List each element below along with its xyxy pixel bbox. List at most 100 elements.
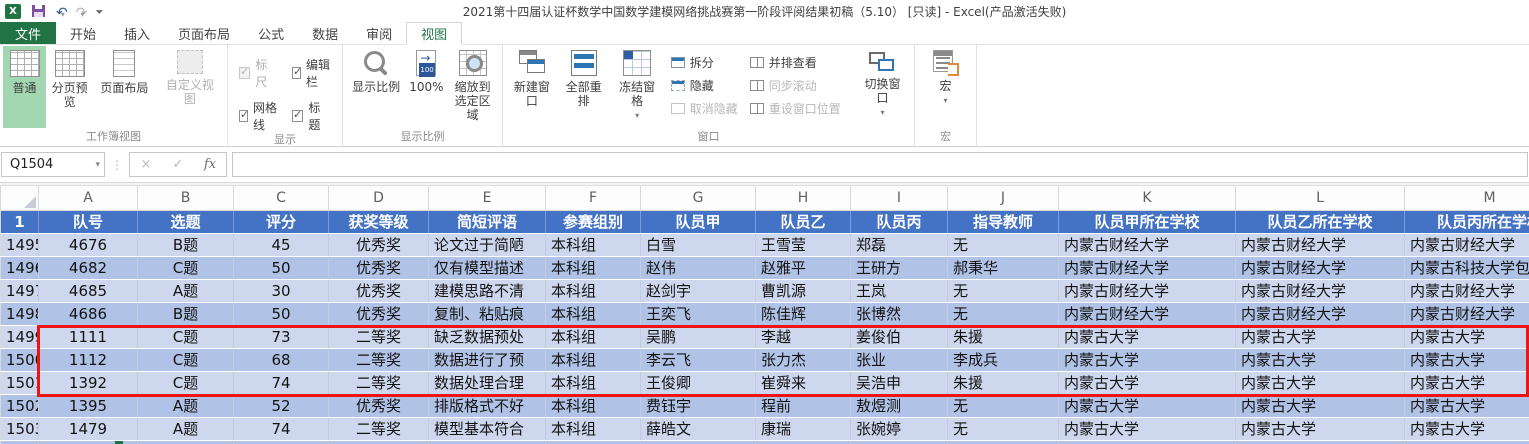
column-header-J[interactable]: J xyxy=(948,186,1059,210)
cell[interactable]: 队员乙 xyxy=(756,210,851,233)
cell[interactable]: 内蒙古大学 xyxy=(1059,325,1236,348)
cell[interactable]: 50 xyxy=(234,256,329,279)
cell[interactable]: 数据处理合理 xyxy=(429,371,546,394)
cell[interactable]: 队员甲所在学校 xyxy=(1059,210,1236,233)
tab-file[interactable]: 文件 xyxy=(0,22,56,44)
cell[interactable]: 52 xyxy=(234,394,329,417)
cell[interactable]: 内蒙古大学 xyxy=(1059,371,1236,394)
ruler-checkbox[interactable]: 标尺 xyxy=(239,56,278,90)
headings-checkbox[interactable]: 标题 xyxy=(292,99,331,133)
cell[interactable]: 赵雅平 xyxy=(756,256,851,279)
cell[interactable]: 郑磊 xyxy=(851,233,948,256)
unhide-button[interactable]: 取消隐藏 xyxy=(671,100,738,117)
cell[interactable]: 优秀奖 xyxy=(329,233,429,256)
cell[interactable]: 二等奖 xyxy=(329,325,429,348)
cell[interactable]: 内蒙古大学 xyxy=(1236,394,1405,417)
cell[interactable]: 简短评语 xyxy=(429,210,546,233)
cell[interactable]: 内蒙古财经大学 xyxy=(1059,302,1236,325)
cell[interactable]: 内蒙古财经大学 xyxy=(1059,256,1236,279)
tab-页面布局[interactable]: 页面布局 xyxy=(164,22,244,44)
switch-windows-button[interactable]: 切换窗口 ▾ xyxy=(854,46,911,128)
cell[interactable]: 选题 xyxy=(138,210,234,233)
cell[interactable]: C题 xyxy=(138,256,234,279)
cell[interactable]: 队员丙 xyxy=(851,210,948,233)
row-header-1500[interactable]: 1500 xyxy=(1,348,39,371)
cell[interactable]: 无 xyxy=(948,417,1059,440)
cell[interactable]: 73 xyxy=(234,325,329,348)
cell[interactable]: A题 xyxy=(138,394,234,417)
cell[interactable]: B题 xyxy=(138,233,234,256)
cell[interactable]: B题 xyxy=(138,302,234,325)
cell[interactable]: 白雪 xyxy=(641,233,756,256)
cell[interactable]: 无 xyxy=(948,279,1059,302)
tab-公式[interactable]: 公式 xyxy=(244,22,298,44)
cell[interactable]: 朱援 xyxy=(948,325,1059,348)
cell[interactable] xyxy=(546,440,641,444)
cell[interactable]: 1112 xyxy=(39,348,138,371)
cell[interactable]: 1395 xyxy=(39,394,138,417)
cell[interactable] xyxy=(234,440,329,444)
column-header-M[interactable]: M xyxy=(1405,186,1529,210)
cell[interactable]: 参赛组别 xyxy=(546,210,641,233)
cell[interactable]: 内蒙古大学 xyxy=(1405,394,1529,417)
cell[interactable]: 优秀奖 xyxy=(329,394,429,417)
cell[interactable]: 本科组 xyxy=(546,279,641,302)
cell[interactable]: 内蒙古财经大学 xyxy=(1236,256,1405,279)
synchronous-scrolling-button[interactable]: 同步滚动 xyxy=(750,77,842,94)
row-header-1502[interactable]: 1502 xyxy=(1,394,39,417)
column-header-G[interactable]: G xyxy=(641,186,756,210)
cell[interactable] xyxy=(429,440,546,444)
cell[interactable]: 内蒙古大学 xyxy=(1405,325,1529,348)
cell[interactable]: 内蒙古大学 xyxy=(1236,348,1405,371)
cell[interactable]: 无 xyxy=(948,302,1059,325)
save-icon[interactable] xyxy=(32,5,45,17)
column-header-D[interactable]: D xyxy=(329,186,429,210)
cell[interactable] xyxy=(756,440,851,444)
cell[interactable]: 排版格式不好 xyxy=(429,394,546,417)
page-break-preview-button[interactable]: 分页预览 xyxy=(46,46,93,128)
cell[interactable]: 1392 xyxy=(39,371,138,394)
cell[interactable]: 赵伟 xyxy=(641,256,756,279)
cell[interactable]: 王研方 xyxy=(851,256,948,279)
cell[interactable] xyxy=(1405,440,1529,444)
cell[interactable] xyxy=(948,440,1059,444)
cell[interactable]: C题 xyxy=(138,371,234,394)
tab-开始[interactable]: 开始 xyxy=(56,22,110,44)
cell[interactable] xyxy=(138,440,234,444)
cell[interactable]: 内蒙古大学 xyxy=(1236,325,1405,348)
row-header-1496[interactable]: 1496 xyxy=(1,256,39,279)
cell[interactable]: 王雪莹 xyxy=(756,233,851,256)
cell[interactable]: 张博然 xyxy=(851,302,948,325)
cell[interactable]: 内蒙古财经大学 xyxy=(1236,279,1405,302)
row-header-partial[interactable] xyxy=(1,440,39,444)
cell[interactable]: 吴鹏 xyxy=(641,325,756,348)
cell[interactable]: 赵剑宇 xyxy=(641,279,756,302)
cell[interactable]: 王俊卿 xyxy=(641,371,756,394)
redo-button[interactable]: ↷▾ xyxy=(76,2,85,21)
gridlines-checkbox[interactable]: 网格线 xyxy=(239,99,278,133)
row-header-1499[interactable]: 1499 xyxy=(1,325,39,348)
cell[interactable]: 4676 xyxy=(39,233,138,256)
cell[interactable]: 陈佳辉 xyxy=(756,302,851,325)
column-header-L[interactable]: L xyxy=(1236,186,1405,210)
cell[interactable]: 吴浩申 xyxy=(851,371,948,394)
hide-button[interactable]: 隐藏 xyxy=(671,77,738,94)
cell[interactable]: 二等奖 xyxy=(329,371,429,394)
cell[interactable]: 内蒙古财经大学 xyxy=(1405,302,1529,325)
name-box[interactable]: Q1504 ▾ xyxy=(1,152,105,177)
cell[interactable]: 30 xyxy=(234,279,329,302)
cell[interactable]: 本科组 xyxy=(546,325,641,348)
cell[interactable]: 二等奖 xyxy=(329,348,429,371)
cell[interactable]: 王岚 xyxy=(851,279,948,302)
cell[interactable]: 队号 xyxy=(39,210,138,233)
column-header-E[interactable]: E xyxy=(429,186,546,210)
cell[interactable]: 内蒙古大学 xyxy=(1059,394,1236,417)
cell[interactable]: 1479 xyxy=(39,417,138,440)
cell[interactable]: C题 xyxy=(138,325,234,348)
column-header-I[interactable]: I xyxy=(851,186,948,210)
cell[interactable]: 优秀奖 xyxy=(329,302,429,325)
cell[interactable]: 内蒙古大学 xyxy=(1405,348,1529,371)
row-header-1501[interactable]: 1501 xyxy=(1,371,39,394)
cell[interactable]: 获奖等级 xyxy=(329,210,429,233)
cancel-icon[interactable]: × xyxy=(130,157,162,172)
